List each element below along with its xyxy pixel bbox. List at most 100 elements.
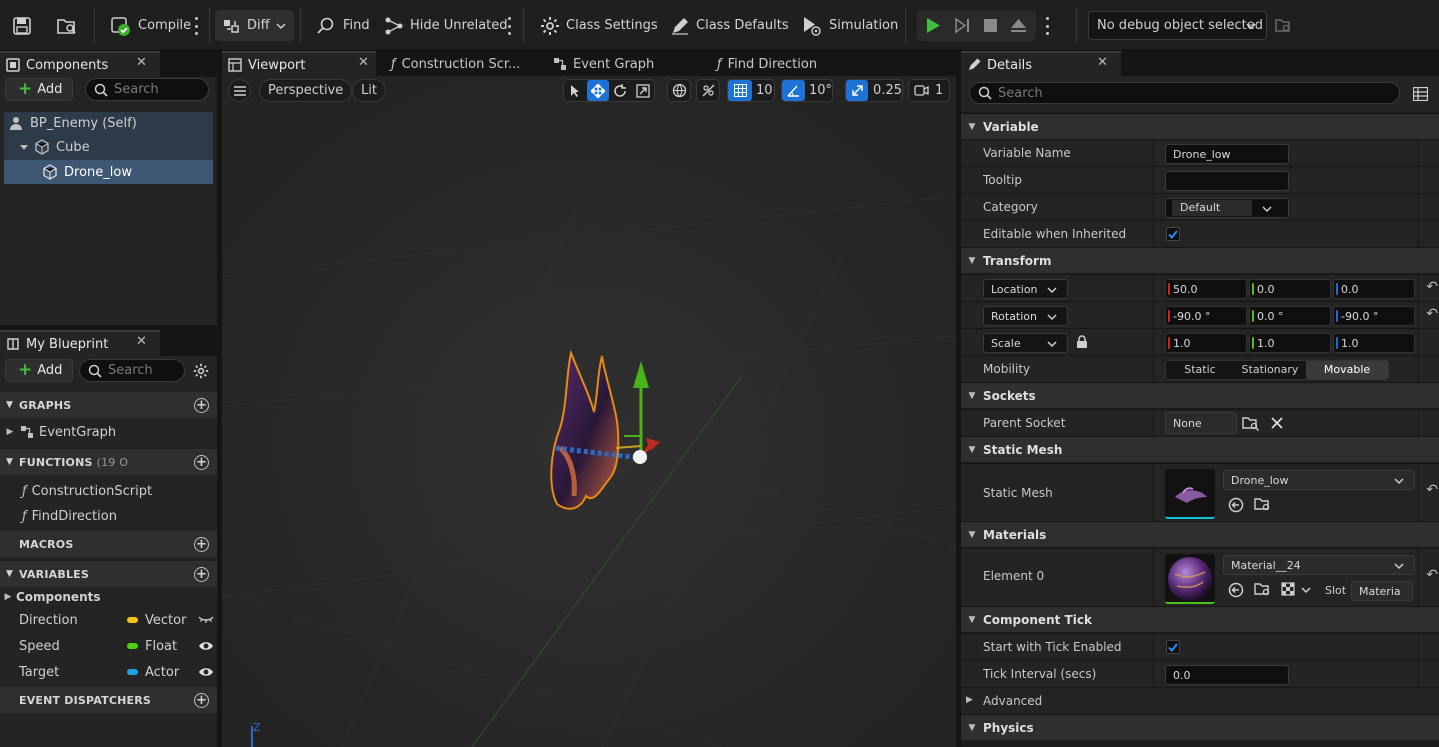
compile-button[interactable]: Compile (104, 10, 197, 41)
location-x-input[interactable]: 50.0 (1165, 279, 1247, 299)
reset-to-default-icon[interactable]: ↶ (1426, 482, 1438, 498)
scale-mode-dropdown[interactable]: Scale (983, 333, 1068, 353)
function-item-constructionscript[interactable]: ƒ ConstructionScript (0, 479, 217, 503)
location-z-input[interactable]: 0.0 (1333, 279, 1415, 299)
mobility-static-option[interactable]: Static (1166, 361, 1234, 379)
rotate-mode-icon[interactable] (609, 80, 632, 101)
tree-item-drone-low[interactable]: Drone_low (4, 160, 213, 184)
variable-category-components[interactable]: ▶ Components (0, 586, 217, 608)
close-icon[interactable]: ✕ (136, 334, 147, 349)
browse-asset-icon[interactable] (1254, 497, 1272, 513)
static-mesh-section-header[interactable]: ▼ Static Mesh (961, 436, 1439, 462)
variable-item-target[interactable]: Target Actor (0, 660, 217, 684)
scale-x-input[interactable]: 1.0 (1165, 333, 1247, 353)
row-advanced[interactable]: ▶ Advanced (961, 687, 1439, 714)
materials-section-header[interactable]: ▼ Materials (961, 521, 1439, 547)
myblueprint-search-input[interactable]: Search (79, 359, 185, 382)
variable-section-header[interactable]: ▼ Variable (961, 113, 1439, 139)
variable-item-speed[interactable]: Speed Float (0, 634, 217, 658)
tree-item-cube[interactable]: Cube (4, 135, 213, 159)
clear-icon[interactable] (1270, 416, 1284, 430)
eye-icon[interactable] (198, 666, 214, 678)
surface-snap-toggle[interactable] (696, 79, 720, 102)
use-selected-asset-icon[interactable] (1228, 497, 1244, 513)
add-member-button[interactable]: + Add (5, 359, 73, 382)
graph-item-eventgraph[interactable]: ▶ EventGraph (0, 420, 217, 444)
function-item-finddirection[interactable]: ƒ FindDirection (0, 504, 217, 528)
sockets-section-header[interactable]: ▼ Sockets (961, 382, 1439, 408)
lit-button[interactable]: Lit (352, 79, 386, 102)
physics-section-header[interactable]: ▼ Physics (961, 714, 1439, 740)
static-mesh-asset-dropdown[interactable]: Drone_low (1223, 470, 1415, 490)
save-button[interactable] (6, 10, 38, 41)
reset-to-default-icon[interactable]: ↶ (1426, 279, 1438, 295)
world-local-toggle[interactable] (667, 79, 691, 102)
mobility-movable-option[interactable]: Movable (1306, 361, 1388, 379)
find-button[interactable]: Find (309, 10, 376, 41)
lock-icon[interactable] (1076, 335, 1088, 349)
add-function-icon[interactable]: + (194, 455, 209, 470)
chevron-down-icon[interactable] (1301, 586, 1311, 594)
debug-browse-icon[interactable] (1274, 17, 1292, 35)
grid-snap-group[interactable]: 10 (727, 79, 775, 102)
add-dispatcher-icon[interactable]: + (194, 693, 209, 708)
scale-z-input[interactable]: 1.0 (1333, 333, 1415, 353)
reset-to-default-icon[interactable]: ↶ (1426, 306, 1438, 322)
dispatchers-section-header[interactable]: EVENT DISPATCHERS + (0, 687, 217, 713)
slot-value[interactable]: Materia (1351, 581, 1413, 601)
eject-icon[interactable] (1010, 17, 1027, 34)
add-component-button[interactable]: + Add (5, 78, 73, 101)
class-settings-button[interactable]: Class Settings (534, 10, 664, 41)
variables-section-header[interactable]: ▼ VARIABLES + (0, 561, 217, 587)
compile-options-button[interactable] (194, 17, 198, 35)
socket-browse-icon[interactable] (1242, 416, 1260, 432)
variable-item-direction[interactable]: Direction Vector (0, 608, 217, 632)
reset-to-default-icon[interactable]: ↶ (1426, 567, 1438, 583)
viewport-menu-button[interactable] (228, 79, 251, 102)
hide-unrelated-button[interactable]: Hide Unrelated (378, 10, 514, 41)
scale-snap-group[interactable]: 0.25 (845, 79, 903, 102)
rotation-snap-group[interactable]: 10° (781, 79, 833, 102)
stop-icon[interactable] (983, 18, 998, 33)
tab-viewport[interactable]: Viewport (222, 51, 376, 77)
scale-mode-icon[interactable] (632, 80, 655, 101)
gear-icon[interactable] (193, 363, 209, 379)
find-options-button[interactable] (507, 17, 511, 35)
viewport-canvas[interactable]: Z Perspective Lit 10 10° 0.25 1 (222, 76, 956, 747)
mobility-stationary-option[interactable]: Stationary (1234, 361, 1306, 379)
transform-section-header[interactable]: ▼ Transform (961, 247, 1439, 273)
tab-find-direction[interactable]: ƒ Find Direction (711, 51, 817, 77)
functions-section-header[interactable]: ▼ FUNCTIONS (19 O + (0, 449, 217, 475)
diff-button[interactable]: Diff (215, 10, 294, 41)
browse-asset-icon[interactable] (1254, 582, 1272, 598)
editable-inherited-checkbox[interactable] (1166, 227, 1180, 241)
components-search-input[interactable]: Search (85, 78, 209, 101)
rotation-y-input[interactable]: 0.0 ° (1249, 306, 1331, 326)
tooltip-input[interactable] (1165, 171, 1289, 191)
close-icon[interactable]: ✕ (358, 55, 369, 70)
view-options-icon[interactable] (1413, 87, 1428, 101)
eye-icon[interactable] (198, 640, 214, 652)
rotation-mode-dropdown[interactable]: Rotation (983, 306, 1068, 326)
class-defaults-button[interactable]: Class Defaults (664, 10, 795, 41)
close-icon[interactable]: ✕ (1097, 55, 1108, 70)
component-tick-section-header[interactable]: ▼ Component Tick (961, 606, 1439, 632)
tab-construction-script[interactable]: ƒ Construction Scr... (385, 51, 520, 77)
location-y-input[interactable]: 0.0 (1249, 279, 1331, 299)
checker-icon[interactable] (1281, 582, 1295, 596)
close-icon[interactable]: ✕ (136, 55, 147, 70)
simulation-button[interactable]: Simulation (795, 10, 904, 41)
start-tick-checkbox[interactable] (1166, 640, 1180, 654)
scale-y-input[interactable]: 1.0 (1249, 333, 1331, 353)
play-icon[interactable] (925, 17, 942, 34)
perspective-button[interactable]: Perspective (259, 79, 353, 102)
add-graph-icon[interactable]: + (194, 398, 209, 413)
step-icon[interactable] (954, 17, 971, 34)
rotation-z-input[interactable]: -90.0 ° (1333, 306, 1415, 326)
variable-name-input[interactable]: Drone_low (1165, 144, 1289, 164)
debug-object-select[interactable]: No debug object selected (1088, 11, 1267, 40)
browse-button[interactable] (50, 10, 84, 41)
eye-closed-icon[interactable] (198, 614, 214, 624)
use-selected-asset-icon[interactable] (1228, 582, 1244, 598)
graphs-section-header[interactable]: ▼ GRAPHS + (0, 392, 217, 418)
